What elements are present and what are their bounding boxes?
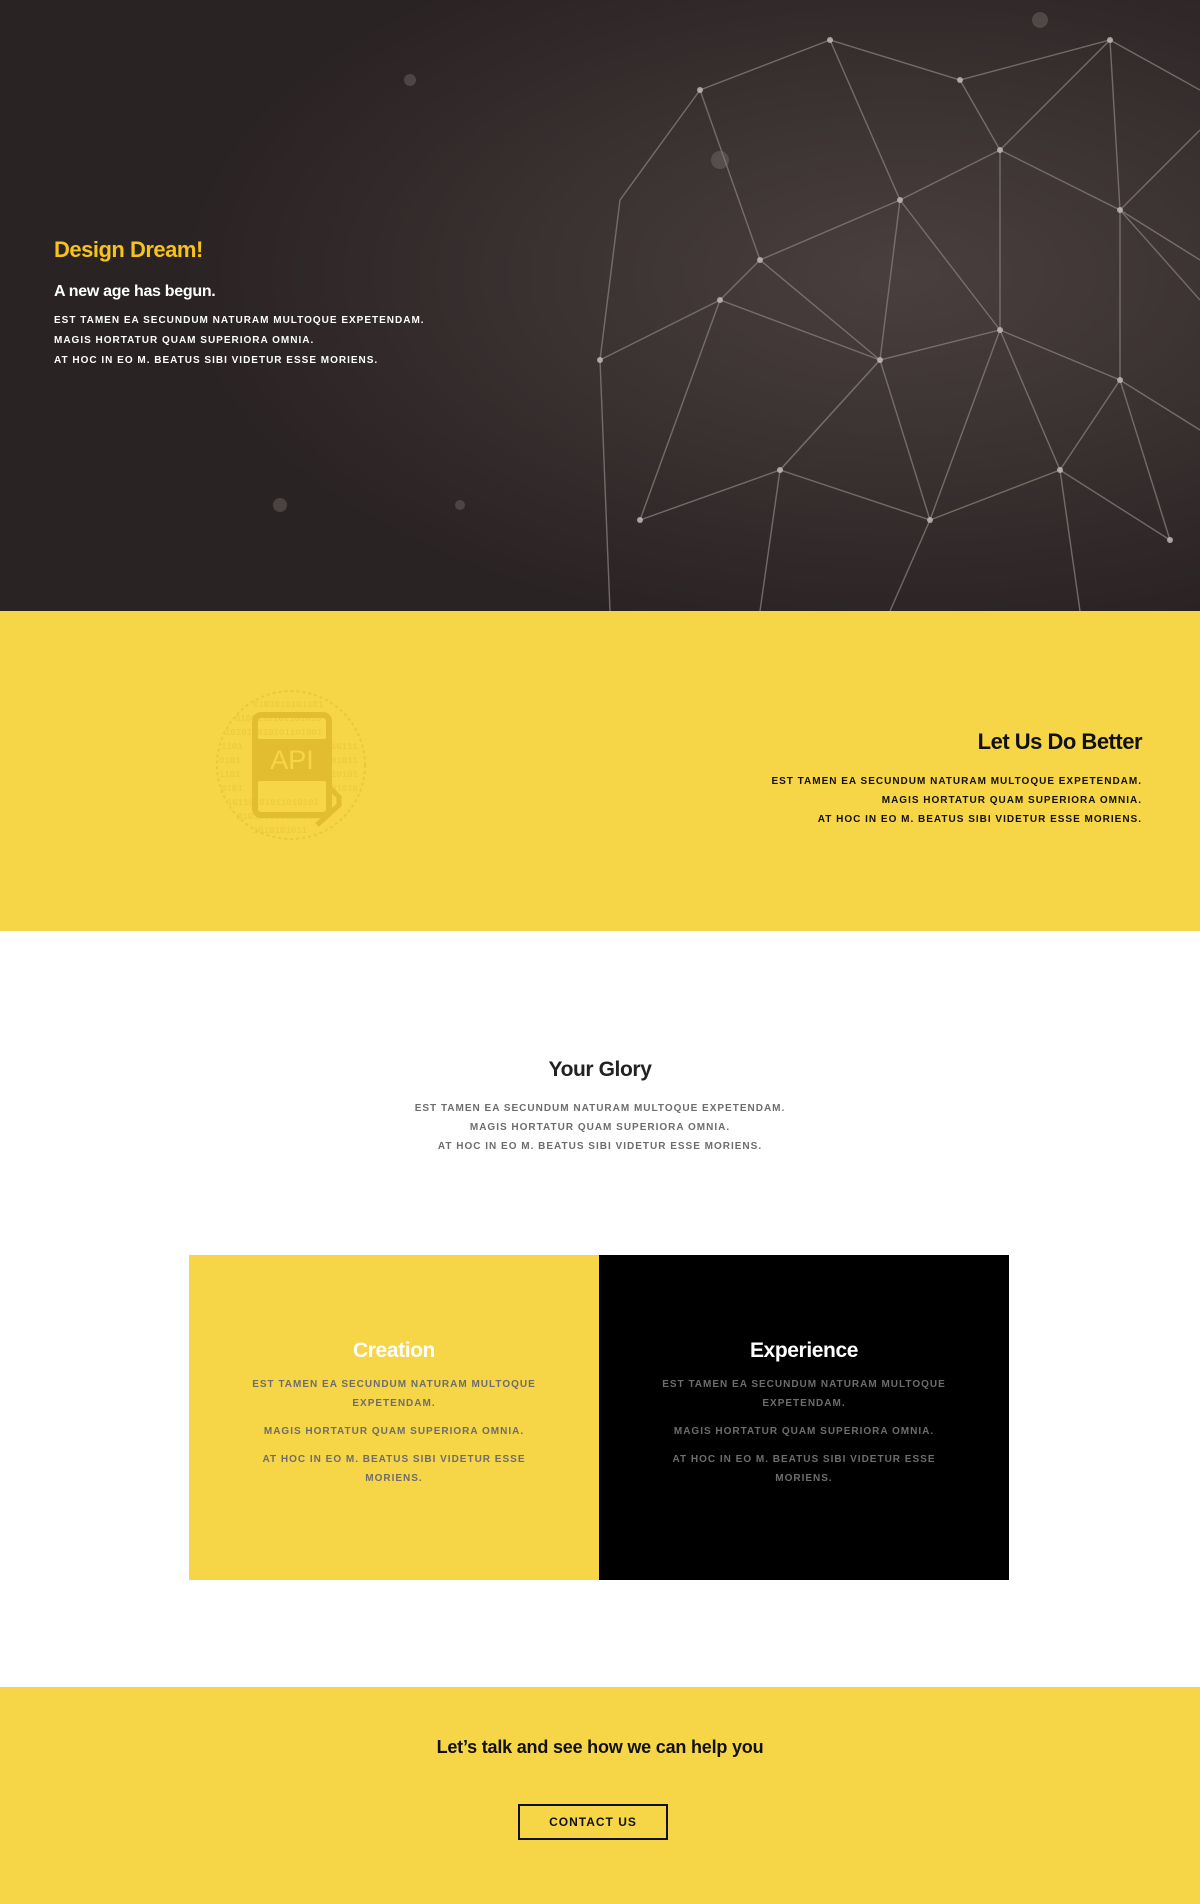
hero-subtitle: A new age has begun.: [54, 283, 216, 300]
svg-text:1101: 1101: [221, 742, 243, 752]
api-logo-icon: 0101010101101 0100110101101010 101011010…: [216, 690, 366, 840]
better-title: Let Us Do Better: [977, 729, 1143, 754]
hero-title: Design Dream!: [54, 237, 203, 262]
feature-box-experience: Experience EST TAMEN EA SECUNDUM NATURAM…: [599, 1255, 1009, 1580]
api-logo-text: API: [270, 745, 314, 775]
hero-line: AT HOC IN EO M. BEATUS SIBI VIDETUR ESSE…: [54, 355, 379, 366]
feature-box-line: MAGIS HORTATUR QUAM SUPERIORA OMNIA.: [673, 1425, 935, 1437]
hero-content: Design Dream! A new age has begun. EST T…: [54, 237, 574, 371]
feature-box-line: MAGIS HORTATUR QUAM SUPERIORA OMNIA.: [263, 1425, 525, 1437]
svg-text:10110101011010101: 10110101011010101: [227, 798, 319, 808]
feature-box-title: Creation: [353, 1338, 435, 1362]
svg-text:0101: 0101: [221, 784, 243, 794]
hero-line: MAGIS HORTATUR QUAM SUPERIORA OMNIA.: [54, 335, 315, 346]
svg-text:10101: 10101: [331, 770, 358, 780]
feature-box-line: AT HOC IN EO M. BEATUS SIBI VIDETUR ESSE…: [262, 1453, 526, 1484]
feature-box-title: Experience: [749, 1338, 859, 1362]
better-text: Let Us Do Better EST TAMEN EA SECUNDUM N…: [622, 729, 1142, 829]
feature-box-line: AT HOC IN EO M. BEATUS SIBI VIDETUR ESSE…: [672, 1453, 936, 1484]
svg-text:1010101011: 1010101011: [253, 826, 307, 836]
glory-heading: Your Glory EST TAMEN EA SECUNDUM NATURAM…: [0, 1058, 1200, 1156]
svg-text:0101010101101: 0101010101101: [253, 700, 323, 710]
glory-section: Your Glory EST TAMEN EA SECUNDUM NATURAM…: [0, 931, 1200, 1687]
hero-section: Design Dream! A new age has begun. EST T…: [0, 0, 1200, 611]
better-line: EST TAMEN EA SECUNDUM NATURAM MULTOQUE E…: [771, 776, 1142, 787]
feature-box-creation: Creation EST TAMEN EA SECUNDUM NATURAM M…: [189, 1255, 599, 1580]
glory-title: Your Glory: [548, 1058, 652, 1081]
glory-line: AT HOC IN EO M. BEATUS SIBI VIDETUR ESSE…: [437, 1141, 763, 1152]
contact-section: Let’s talk and see how we can help you C…: [0, 1687, 1200, 1904]
contact-title: Let’s talk and see how we can help you: [436, 1737, 764, 1757]
contact-us-button[interactable]: CONTACT US: [518, 1804, 668, 1840]
better-line: AT HOC IN EO M. BEATUS SIBI VIDETUR ESSE…: [817, 814, 1142, 825]
feature-box-line: EST TAMEN EA SECUNDUM NATURAM MULTOQUE E…: [252, 1378, 536, 1409]
svg-text:0101: 0101: [219, 756, 241, 766]
better-section: 0101010101101 0100110101101010 101011010…: [0, 611, 1200, 931]
better-line: MAGIS HORTATUR QUAM SUPERIORA OMNIA.: [881, 795, 1142, 806]
svg-text:01011: 01011: [331, 756, 358, 766]
svg-text:10111: 10111: [331, 742, 358, 752]
feature-box-line: EST TAMEN EA SECUNDUM NATURAM MULTOQUE E…: [662, 1378, 946, 1409]
glory-line: EST TAMEN EA SECUNDUM NATURAM MULTOQUE E…: [414, 1103, 786, 1114]
feature-boxes: Creation EST TAMEN EA SECUNDUM NATURAM M…: [189, 1255, 1009, 1580]
glory-line: MAGIS HORTATUR QUAM SUPERIORA OMNIA.: [469, 1122, 731, 1133]
hero-line: EST TAMEN EA SECUNDUM NATURAM MULTOQUE E…: [54, 315, 425, 326]
svg-text:101011010101101001: 101011010101101001: [225, 728, 322, 738]
svg-text:1101: 1101: [219, 770, 241, 780]
